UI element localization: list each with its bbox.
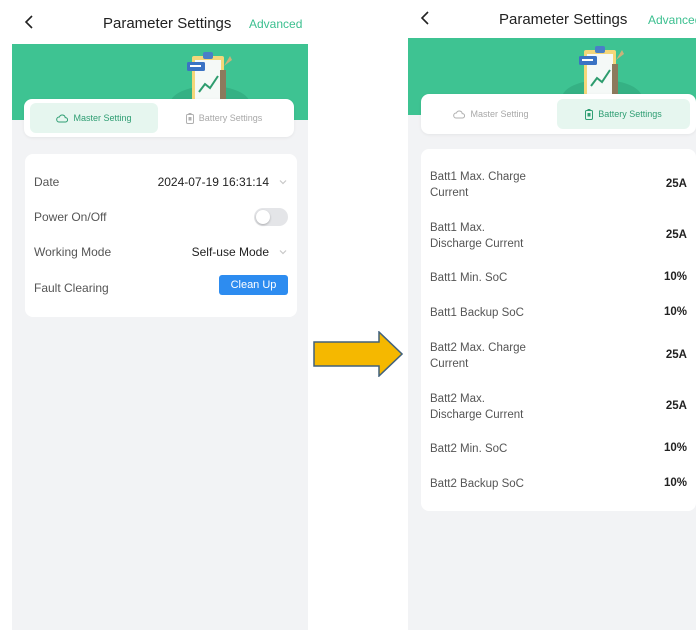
fault-clearing-row: Fault Clearing Clean Up — [25, 272, 297, 304]
battery-row-value: 25A — [665, 229, 687, 241]
clipboard-chart-illustration — [170, 52, 250, 106]
power-label: Power On/Off — [34, 210, 107, 224]
battery-row[interactable]: Batt2 Max. Discharge Current 25A — [421, 391, 696, 425]
back-arrow-icon[interactable] — [418, 10, 434, 26]
tab-master-setting[interactable]: Master Setting — [30, 103, 158, 133]
page-title: Parameter Settings — [103, 15, 232, 32]
working-mode-row[interactable]: Working Mode Self-use Mode — [25, 236, 297, 268]
settings-tabs: Master Setting Battery Settings — [24, 99, 294, 137]
battery-row-label: Batt1 Max. Charge Current — [430, 171, 526, 199]
battery-row-label: Batt2 Max. Charge Current — [430, 342, 526, 370]
battery-row-value: 10% — [663, 477, 687, 489]
battery-row-value: 10% — [663, 271, 687, 283]
battery-icon — [185, 112, 194, 124]
tab-label: Battery Settings — [598, 109, 662, 119]
battery-row[interactable]: Batt1 Backup SoC 10% — [421, 305, 696, 323]
battery-row-value: 10% — [663, 442, 687, 454]
battery-row[interactable]: Batt2 Min. SoC 10% — [421, 441, 696, 459]
nav-bar: Parameter Settings Advanced — [408, 0, 696, 38]
tab-label: Battery Settings — [198, 113, 263, 123]
toggle-knob — [256, 210, 270, 224]
battery-row-label: Batt2 Backup SoC — [430, 478, 524, 490]
back-arrow-icon[interactable] — [22, 14, 38, 30]
tab-battery-settings[interactable]: Battery Settings — [160, 103, 288, 133]
battery-row[interactable]: Batt1 Min. SoC 10% — [421, 270, 696, 288]
page-title: Parameter Settings — [499, 11, 628, 28]
battery-row[interactable]: Batt2 Max. Charge Current 25A — [421, 340, 696, 374]
battery-row-value: 25A — [665, 349, 687, 361]
chevron-down-icon — [279, 180, 287, 185]
power-row: Power On/Off — [25, 201, 297, 233]
master-settings-card: Date 2024-07-19 16:31:14 Power On/Off Wo… — [25, 154, 297, 317]
battery-row-label: Batt1 Min. SoC — [430, 272, 508, 284]
battery-icon — [585, 108, 594, 120]
tab-master-setting[interactable]: Master Setting — [427, 99, 555, 129]
battery-row-value: 10% — [663, 306, 687, 318]
battery-row-label: Batt2 Max. Discharge Current — [430, 393, 524, 421]
chevron-down-icon — [279, 250, 287, 255]
fault-clearing-label: Fault Clearing — [34, 281, 109, 295]
transition-arrow — [313, 331, 403, 377]
power-toggle[interactable] — [254, 208, 288, 226]
battery-row-label: Batt1 Max. Discharge Current — [430, 222, 524, 250]
settings-tabs: Master Setting Battery Settings — [421, 94, 696, 134]
battery-settings-card: Batt1 Max. Charge Current 25A Batt1 Max.… — [421, 149, 696, 511]
battery-row-label: Batt1 Backup SoC — [430, 307, 524, 319]
battery-row[interactable]: Batt1 Max. Discharge Current 25A — [421, 220, 696, 254]
clean-up-button[interactable]: Clean Up — [219, 275, 288, 295]
working-mode-label: Working Mode — [34, 245, 112, 259]
battery-row[interactable]: Batt1 Max. Charge Current 25A — [421, 169, 696, 203]
cloud-icon — [453, 110, 466, 119]
date-value: 2024-07-19 16:31:14 — [157, 175, 269, 189]
nav-bar: Parameter Settings Advanced — [12, 0, 308, 44]
date-row[interactable]: Date 2024-07-19 16:31:14 — [25, 166, 297, 198]
advanced-link[interactable]: Advanced — [249, 17, 302, 31]
date-label: Date — [34, 175, 60, 189]
advanced-link[interactable]: Advanced — [648, 13, 696, 27]
working-mode-value: Self-use Mode — [191, 245, 269, 259]
battery-row-value: 25A — [665, 178, 687, 190]
right-phone-screen: Parameter Settings Advanced Master Setti… — [408, 0, 696, 630]
tab-battery-settings[interactable]: Battery Settings — [557, 99, 690, 129]
left-phone-screen: Parameter Settings Advanced Master Setti… — [12, 0, 308, 630]
cloud-icon — [56, 114, 69, 123]
tab-label: Master Setting — [470, 109, 529, 119]
tab-label: Master Setting — [73, 113, 132, 123]
battery-row-label: Batt2 Min. SoC — [430, 443, 508, 455]
battery-row-value: 25A — [665, 400, 687, 412]
clipboard-chart-illustration — [562, 46, 642, 100]
battery-row[interactable]: Batt2 Backup SoC 10% — [421, 476, 696, 494]
